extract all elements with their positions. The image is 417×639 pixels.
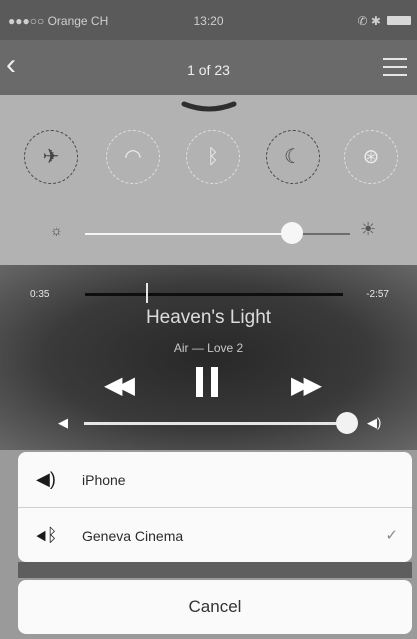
fast-forward-icon[interactable]: ▶▶ <box>291 371 322 400</box>
brightness-slider[interactable] <box>85 233 350 235</box>
bluetooth-icon: ᛒ <box>207 146 219 168</box>
rotation-lock-icon: ⊛ <box>362 146 380 168</box>
cancel-button[interactable]: Cancel <box>18 580 412 634</box>
do-not-disturb-toggle[interactable]: ☾ <box>266 130 320 184</box>
brightness-knob[interactable] <box>281 222 303 244</box>
status-icons: ✆ ✱ <box>357 14 381 28</box>
remaining-time: -2:57 <box>366 289 389 300</box>
rewind-icon[interactable]: ◀◀ <box>104 371 135 400</box>
progress-head[interactable] <box>146 283 148 303</box>
brightness-low-icon: ☼ <box>50 222 63 238</box>
volume-knob[interactable] <box>336 412 358 434</box>
song-title: Heaven's Light <box>145 307 272 328</box>
pause-icon[interactable] <box>196 367 220 397</box>
audio-route-sheet: ◀) iPhone ◀ᛒ Geneva Cinema ✓ <box>18 452 412 562</box>
route-label: Geneva Cinema <box>82 528 184 544</box>
page-counter: 1 of 23 <box>187 62 230 78</box>
route-option-iphone[interactable]: ◀) iPhone <box>18 452 412 507</box>
progress-bar[interactable] <box>85 293 343 296</box>
now-playing: 0:35 -2:57 Heaven's Light Air — Love 2 ◀… <box>0 265 417 450</box>
status-bar: ●●●○○ Orange CH 13:20 ✆ ✱ <box>0 0 417 40</box>
volume-low-icon: ◀ <box>58 415 68 430</box>
brightness-high-icon: ☀ <box>360 219 377 239</box>
rotation-lock-toggle[interactable]: ⊛ <box>344 130 398 184</box>
volume-slider[interactable] <box>84 422 349 425</box>
list-icon[interactable] <box>383 58 407 76</box>
airplane-icon: ✈ <box>42 146 60 168</box>
elapsed-time: 0:35 <box>30 289 50 300</box>
navigation-bar: ‹ 1 of 23 <box>0 40 417 95</box>
control-center: ✈ ◠ ᛒ ☾ ⊛ ☼ ☀ <box>0 95 417 265</box>
bluetooth-toggle[interactable]: ᛒ <box>186 130 240 184</box>
do-not-disturb-icon: ☾ <box>284 146 302 168</box>
wifi-icon: ◠ <box>124 146 142 168</box>
grabber-icon[interactable] <box>180 101 238 113</box>
route-option-geneva[interactable]: ◀ᛒ Geneva Cinema ✓ <box>18 507 412 562</box>
speaker-icon: ◀) <box>36 469 56 489</box>
volume-high-icon: ◀) <box>367 415 382 430</box>
artist-album: Air — Love 2 <box>173 341 244 355</box>
wifi-toggle[interactable]: ◠ <box>106 130 160 184</box>
bluetooth-speaker-icon: ◀ᛒ <box>36 525 58 545</box>
airplane-toggle[interactable]: ✈ <box>24 130 78 184</box>
route-label: iPhone <box>82 472 126 488</box>
background-toolbar-edge <box>18 562 412 578</box>
brightness-fill <box>85 233 290 235</box>
clock: 13:20 <box>193 14 224 28</box>
checkmark-icon: ✓ <box>385 527 398 544</box>
battery-icon <box>387 16 411 25</box>
